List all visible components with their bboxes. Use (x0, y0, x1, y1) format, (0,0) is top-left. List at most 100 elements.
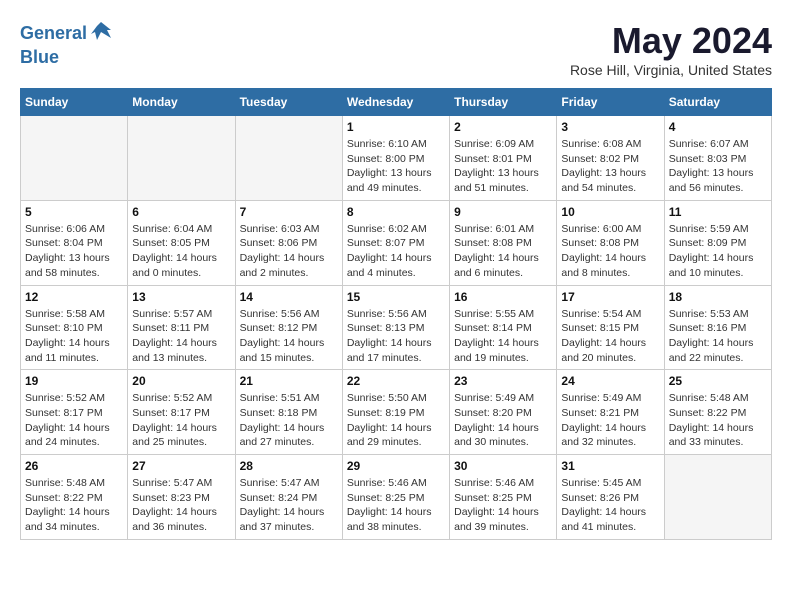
day-info: Sunrise: 5:56 AMSunset: 8:13 PMDaylight:… (347, 307, 445, 366)
day-info: Sunrise: 5:47 AMSunset: 8:23 PMDaylight:… (132, 476, 230, 535)
day-info: Sunrise: 5:49 AMSunset: 8:20 PMDaylight:… (454, 391, 552, 450)
day-number: 17 (561, 290, 659, 304)
calendar-cell: 29 Sunrise: 5:46 AMSunset: 8:25 PMDayligh… (342, 455, 449, 540)
day-info: Sunrise: 5:48 AMSunset: 8:22 PMDaylight:… (669, 391, 767, 450)
calendar-cell: 24 Sunrise: 5:49 AMSunset: 8:21 PMDayligh… (557, 370, 664, 455)
day-number: 20 (132, 374, 230, 388)
calendar-header-row: SundayMondayTuesdayWednesdayThursdayFrid… (21, 89, 772, 116)
day-info: Sunrise: 5:46 AMSunset: 8:25 PMDaylight:… (454, 476, 552, 535)
calendar-week-row: 5 Sunrise: 6:06 AMSunset: 8:04 PMDaylight… (21, 200, 772, 285)
day-number: 10 (561, 205, 659, 219)
day-number: 31 (561, 459, 659, 473)
day-info: Sunrise: 6:06 AMSunset: 8:04 PMDaylight:… (25, 222, 123, 281)
calendar-cell: 2Sunrise: 6:09 AMSunset: 8:01 PMDaylight… (450, 116, 557, 201)
day-number: 30 (454, 459, 552, 473)
day-number: 29 (347, 459, 445, 473)
location: Rose Hill, Virginia, United States (570, 62, 772, 78)
day-info: Sunrise: 5:47 AMSunset: 8:24 PMDaylight:… (240, 476, 338, 535)
day-number: 15 (347, 290, 445, 304)
calendar-cell: 30 Sunrise: 5:46 AMSunset: 8:25 PMDayligh… (450, 455, 557, 540)
day-info: Sunrise: 5:45 AMSunset: 8:26 PMDaylight:… (561, 476, 659, 535)
day-number: 5 (25, 205, 123, 219)
day-info: Sunrise: 5:54 AMSunset: 8:15 PMDaylight:… (561, 307, 659, 366)
day-number: 24 (561, 374, 659, 388)
calendar-cell: 26 Sunrise: 5:48 AMSunset: 8:22 PMDayligh… (21, 455, 128, 540)
calendar-cell (128, 116, 235, 201)
day-info: Sunrise: 6:09 AMSunset: 8:01 PMDaylight:… (454, 137, 552, 196)
calendar-cell: 4 Sunrise: 6:07 AMSunset: 8:03 PMDaylight… (664, 116, 771, 201)
day-info: Sunrise: 5:58 AMSunset: 8:10 PMDaylight:… (25, 307, 123, 366)
day-info: Sunrise: 5:52 AMSunset: 8:17 PMDaylight:… (132, 391, 230, 450)
day-number: 8 (347, 205, 445, 219)
calendar-cell: 31 Sunrise: 5:45 AMSunset: 8:26 PMDayligh… (557, 455, 664, 540)
calendar-cell: 18Sunrise: 5:53 AMSunset: 8:16 PMDayligh… (664, 285, 771, 370)
calendar-cell: 19Sunrise: 5:52 AMSunset: 8:17 PMDayligh… (21, 370, 128, 455)
day-number: 4 (669, 120, 767, 134)
calendar-day-header: Monday (128, 89, 235, 116)
page-header: General Blue May 2024 Rose Hill, Virgini… (20, 20, 772, 78)
day-number: 13 (132, 290, 230, 304)
calendar-cell: 9 Sunrise: 6:01 AMSunset: 8:08 PMDaylight… (450, 200, 557, 285)
calendar-cell: 25 Sunrise: 5:48 AMSunset: 8:22 PMDayligh… (664, 370, 771, 455)
day-number: 22 (347, 374, 445, 388)
day-info: Sunrise: 5:55 AMSunset: 8:14 PMDaylight:… (454, 307, 552, 366)
logo: General Blue (20, 20, 113, 68)
logo-text: General (20, 24, 87, 44)
calendar-cell: 23 Sunrise: 5:49 AMSunset: 8:20 PMDayligh… (450, 370, 557, 455)
day-info: Sunrise: 6:10 AMSunset: 8:00 PMDaylight:… (347, 137, 445, 196)
day-info: Sunrise: 5:49 AMSunset: 8:21 PMDaylight:… (561, 391, 659, 450)
day-number: 18 (669, 290, 767, 304)
calendar-cell: 15 Sunrise: 5:56 AMSunset: 8:13 PMDayligh… (342, 285, 449, 370)
day-info: Sunrise: 5:52 AMSunset: 8:17 PMDaylight:… (25, 391, 123, 450)
month-title: May 2024 (570, 20, 772, 62)
day-number: 25 (669, 374, 767, 388)
day-number: 16 (454, 290, 552, 304)
day-info: Sunrise: 5:56 AMSunset: 8:12 PMDaylight:… (240, 307, 338, 366)
calendar-week-row: 26 Sunrise: 5:48 AMSunset: 8:22 PMDayligh… (21, 455, 772, 540)
day-number: 6 (132, 205, 230, 219)
day-info: Sunrise: 5:51 AMSunset: 8:18 PMDaylight:… (240, 391, 338, 450)
calendar-day-header: Thursday (450, 89, 557, 116)
calendar-table: SundayMondayTuesdayWednesdayThursdayFrid… (20, 88, 772, 540)
day-number: 1 (347, 120, 445, 134)
calendar-cell (664, 455, 771, 540)
day-number: 3 (561, 120, 659, 134)
day-number: 11 (669, 205, 767, 219)
calendar-cell (235, 116, 342, 201)
title-block: May 2024 Rose Hill, Virginia, United Sta… (570, 20, 772, 78)
day-info: Sunrise: 6:01 AMSunset: 8:08 PMDaylight:… (454, 222, 552, 281)
day-info: Sunrise: 6:07 AMSunset: 8:03 PMDaylight:… (669, 137, 767, 196)
calendar-cell: 13Sunrise: 5:57 AMSunset: 8:11 PMDayligh… (128, 285, 235, 370)
calendar-cell: 5 Sunrise: 6:06 AMSunset: 8:04 PMDaylight… (21, 200, 128, 285)
calendar-cell: 21 Sunrise: 5:51 AMSunset: 8:18 PMDayligh… (235, 370, 342, 455)
calendar-cell: 22Sunrise: 5:50 AMSunset: 8:19 PMDayligh… (342, 370, 449, 455)
calendar-week-row: 12Sunrise: 5:58 AMSunset: 8:10 PMDayligh… (21, 285, 772, 370)
calendar-week-row: 1 Sunrise: 6:10 AMSunset: 8:00 PMDaylight… (21, 116, 772, 201)
day-number: 14 (240, 290, 338, 304)
day-number: 21 (240, 374, 338, 388)
day-info: Sunrise: 6:00 AMSunset: 8:08 PMDaylight:… (561, 222, 659, 281)
day-info: Sunrise: 5:48 AMSunset: 8:22 PMDaylight:… (25, 476, 123, 535)
calendar-cell: 7Sunrise: 6:03 AMSunset: 8:06 PMDaylight… (235, 200, 342, 285)
calendar-cell: 3Sunrise: 6:08 AMSunset: 8:02 PMDaylight… (557, 116, 664, 201)
logo-blue: Blue (20, 48, 113, 68)
calendar-day-header: Saturday (664, 89, 771, 116)
day-info: Sunrise: 6:03 AMSunset: 8:06 PMDaylight:… (240, 222, 338, 281)
day-info: Sunrise: 6:04 AMSunset: 8:05 PMDaylight:… (132, 222, 230, 281)
day-number: 26 (25, 459, 123, 473)
calendar-cell: 20 Sunrise: 5:52 AMSunset: 8:17 PMDayligh… (128, 370, 235, 455)
day-number: 28 (240, 459, 338, 473)
calendar-cell: 16 Sunrise: 5:55 AMSunset: 8:14 PMDayligh… (450, 285, 557, 370)
calendar-cell: 17 Sunrise: 5:54 AMSunset: 8:15 PMDayligh… (557, 285, 664, 370)
day-info: Sunrise: 5:59 AMSunset: 8:09 PMDaylight:… (669, 222, 767, 281)
calendar-cell: 6 Sunrise: 6:04 AMSunset: 8:05 PMDaylight… (128, 200, 235, 285)
calendar-day-header: Friday (557, 89, 664, 116)
calendar-week-row: 19Sunrise: 5:52 AMSunset: 8:17 PMDayligh… (21, 370, 772, 455)
calendar-day-header: Sunday (21, 89, 128, 116)
calendar-cell: 27 Sunrise: 5:47 AMSunset: 8:23 PMDayligh… (128, 455, 235, 540)
day-info: Sunrise: 5:46 AMSunset: 8:25 PMDaylight:… (347, 476, 445, 535)
day-number: 23 (454, 374, 552, 388)
day-info: Sunrise: 6:02 AMSunset: 8:07 PMDaylight:… (347, 222, 445, 281)
day-number: 9 (454, 205, 552, 219)
day-number: 27 (132, 459, 230, 473)
